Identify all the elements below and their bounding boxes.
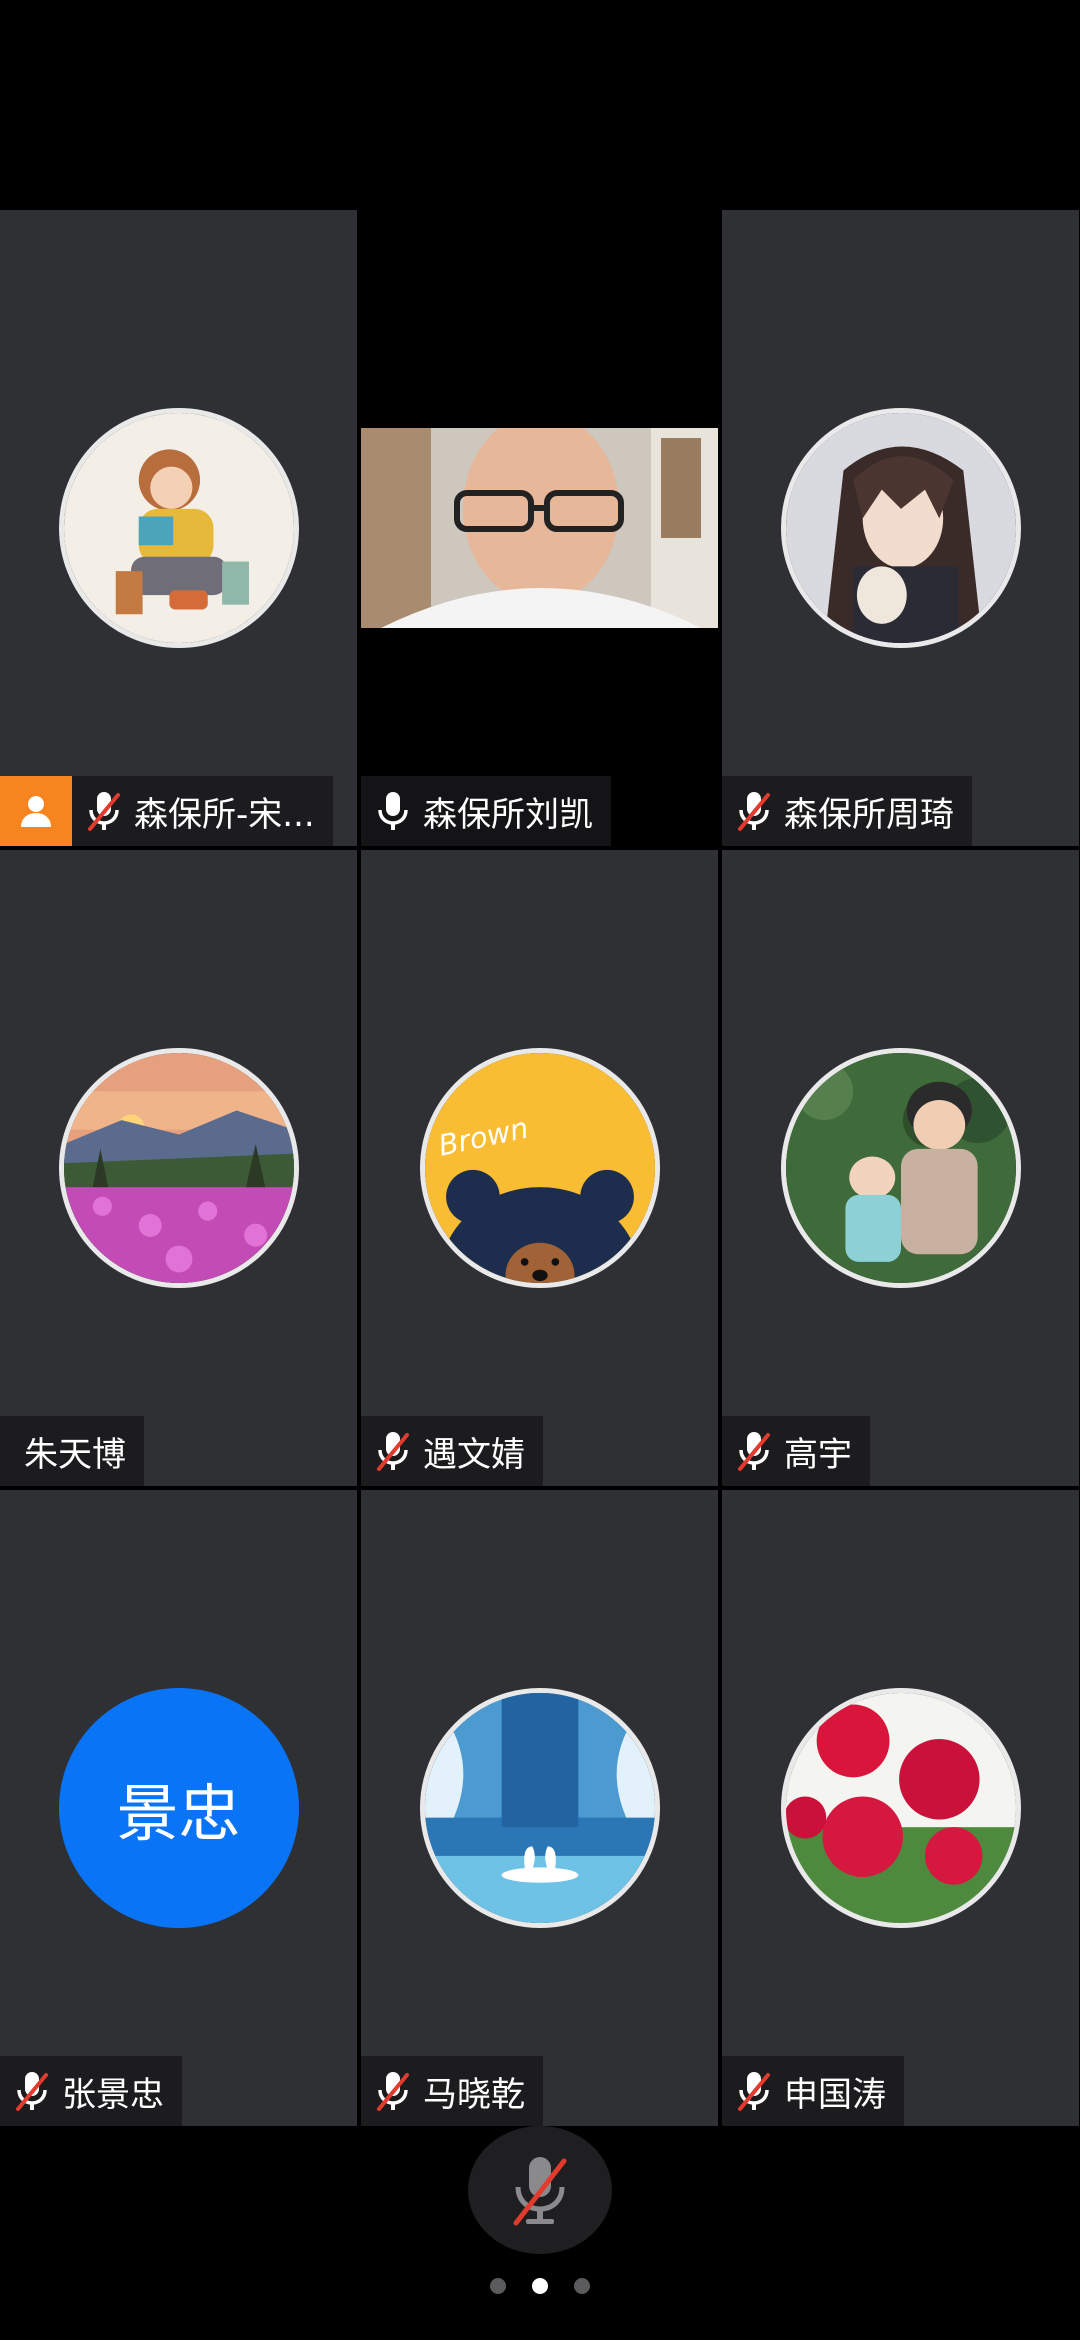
participant-tile[interactable]: 森保所-宋... [0, 210, 357, 846]
mic-on-icon [369, 776, 417, 846]
participant-tile[interactable]: 森保所周琦 [722, 210, 1079, 846]
name-tag: 朱天博 [0, 1416, 144, 1486]
name-tag: 森保所刘凯 [361, 776, 611, 846]
mic-muted-icon [369, 2056, 417, 2126]
anime-character-avatar [785, 413, 1016, 643]
participant-tile[interactable]: Brown 遇文婧 [361, 850, 718, 1486]
participant-avatar [780, 1048, 1021, 1288]
mic-muted-icon [8, 2056, 56, 2126]
name-tag: 申国涛 [722, 2056, 904, 2126]
participant-avatar [58, 1048, 299, 1288]
name-tag: 遇文婧 [361, 1416, 543, 1486]
mic-muted-icon [513, 2157, 567, 2226]
participant-tile[interactable]: 马晓乾 [361, 1490, 718, 2126]
brown-bear-cartoon-avatar: Brown [424, 1053, 655, 1283]
mic-muted-icon [730, 776, 778, 846]
page-dot-active[interactable] [532, 2278, 548, 2294]
mic-muted-icon [369, 1416, 417, 1486]
red-flowers-avatar [785, 1693, 1016, 1923]
name-tag: 马晓乾 [361, 2056, 543, 2126]
participant-avatar [58, 408, 299, 648]
participant-name: 森保所周琦 [784, 794, 954, 835]
participant-tile[interactable]: 景忠 张景忠 [0, 1490, 357, 2126]
page-indicator [0, 2278, 1080, 2294]
child-with-doll-avatar [785, 1053, 1016, 1283]
illustration-girl-reading-avatar [63, 413, 294, 643]
participant-tile[interactable]: 高宇 [722, 850, 1079, 1486]
initials-avatar: 景忠 [58, 1688, 299, 1928]
video-feed [361, 428, 718, 628]
person-icon [21, 796, 51, 827]
participant-avatar [419, 1688, 660, 1928]
host-badge [0, 776, 72, 846]
video-frame [361, 428, 718, 628]
name-tag: 高宇 [722, 1416, 870, 1486]
participant-name: 森保所-宋... [134, 794, 315, 835]
name-tag: 森保所-宋... [0, 776, 333, 846]
swans-waterfall-avatar [424, 1693, 655, 1923]
participant-name: 马晓乾 [423, 2074, 525, 2115]
participant-tile[interactable]: 森保所刘凯 [361, 210, 718, 846]
participant-name: 高宇 [784, 1434, 852, 1475]
participant-name: 遇文婧 [423, 1434, 525, 1475]
mic-toggle-button[interactable] [468, 2126, 612, 2254]
participant-tile[interactable]: 朱天博 [0, 850, 357, 1486]
name-tag: 张景忠 [0, 2056, 182, 2126]
flower-field-sunset-avatar [63, 1053, 294, 1283]
mic-muted-icon [730, 1416, 778, 1486]
page-dot[interactable] [490, 2278, 506, 2294]
top-black-area [0, 0, 1080, 210]
page-dot[interactable] [574, 2278, 590, 2294]
name-tag: 森保所周琦 [722, 776, 972, 846]
participant-avatar: Brown [419, 1048, 660, 1288]
participant-name: 朱天博 [24, 1434, 126, 1475]
participant-grid: 森保所-宋... 森保所刘凯 森保所周琦 朱天博 Brown 遇文婧 高宇 景忠… [0, 210, 1080, 2130]
avatar-initials: 景忠 [116, 1777, 241, 1850]
mic-muted-icon [80, 776, 128, 846]
participant-name: 森保所刘凯 [423, 794, 593, 835]
participant-avatar [780, 1688, 1021, 1928]
participant-avatar [780, 408, 1021, 648]
mic-muted-icon [730, 2056, 778, 2126]
participant-tile[interactable]: 申国涛 [722, 1490, 1079, 2126]
participant-name: 张景忠 [62, 2074, 164, 2115]
participant-name: 申国涛 [784, 2074, 886, 2115]
